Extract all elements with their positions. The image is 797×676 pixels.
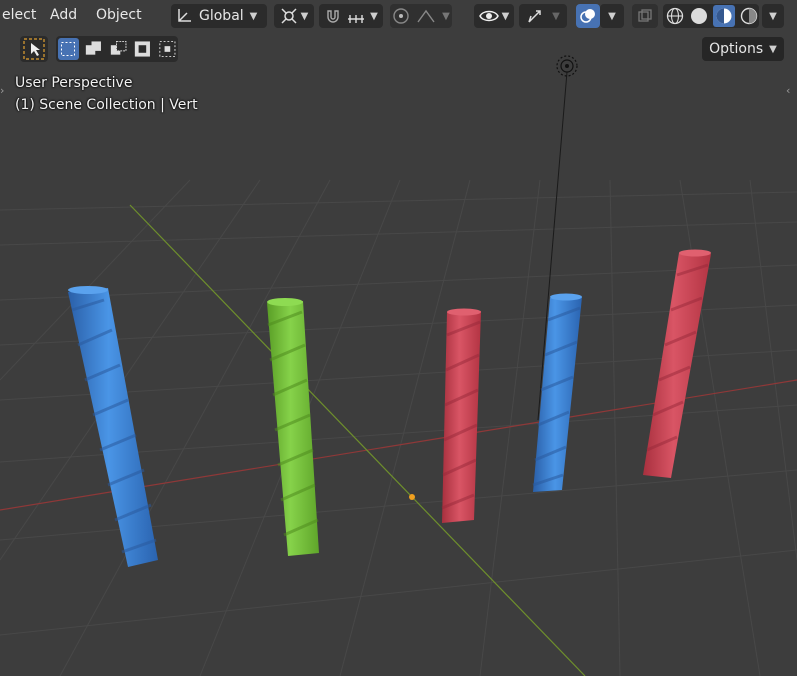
options-dropdown[interactable]: Options ▼: [702, 37, 784, 61]
snapping-control[interactable]: ▼: [319, 4, 383, 28]
select-new-icon: [61, 42, 76, 56]
chevron-down-icon: ▼: [300, 10, 309, 22]
select-subtract-icon[interactable]: [108, 38, 129, 60]
gizmo-icon: [528, 10, 541, 23]
material-preview-shading-button[interactable]: [713, 5, 735, 27]
green-twisted-column[interactable]: [267, 298, 319, 556]
gizmo-toggle[interactable]: ▼: [519, 4, 567, 28]
chevron-down-icon: ▼: [552, 10, 560, 22]
red-twisted-column-right[interactable]: [643, 249, 711, 479]
chevron-down-icon: ▼: [608, 10, 616, 22]
chevron-down-icon: ▼: [769, 43, 777, 55]
wireframe-shading-icon[interactable]: [665, 6, 685, 26]
transform-orientation-label: Global: [199, 8, 244, 24]
eye-icon: [478, 10, 499, 22]
rendered-shading-icon[interactable]: [739, 6, 759, 26]
selection-mode-group: [56, 36, 178, 62]
menu-select[interactable]: elect: [2, 7, 36, 23]
collection-info-label: (1) Scene Collection | Vert: [15, 97, 198, 113]
shading-mode-group: [663, 4, 759, 28]
chevron-down-icon: ▼: [249, 10, 258, 22]
select-new-button[interactable]: [58, 38, 79, 60]
visibility-dropdown[interactable]: ▼: [474, 4, 514, 28]
overlays-toggle[interactable]: [576, 4, 600, 28]
viewport-header: elect Add Object Global ▼ ▼ ▼ ▼ ▼ ▼ ▼ ▼: [0, 0, 797, 33]
overlays-dropdown[interactable]: ▼: [600, 4, 624, 28]
sidebar-expand-arrow-icon[interactable]: ‹: [786, 84, 790, 97]
menu-add[interactable]: Add: [50, 7, 77, 23]
select-intersect-icon[interactable]: [157, 38, 178, 60]
overlays-icon: [580, 9, 595, 23]
transform-axes-icon: [178, 9, 191, 22]
select-extend-icon[interactable]: [83, 38, 104, 60]
shading-dropdown[interactable]: ▼: [762, 4, 784, 28]
select-invert-icon[interactable]: [132, 38, 153, 60]
xray-toggle[interactable]: [632, 4, 658, 28]
y-axis-line: [129, 204, 586, 676]
chevron-down-icon: ▼: [501, 10, 510, 22]
pivot-point-dropdown[interactable]: ▼: [274, 4, 314, 28]
red-twisted-column-center[interactable]: [441, 308, 481, 524]
cursor-select-icon: [23, 38, 45, 60]
chevron-down-icon: ▼: [769, 10, 777, 22]
material-preview-icon: [716, 8, 732, 24]
solid-shading-icon[interactable]: [689, 6, 709, 26]
select-tool-button[interactable]: [20, 36, 48, 62]
snap-increment-icon: [348, 15, 365, 23]
view-name-label: User Perspective: [15, 75, 133, 91]
pivot-icon: [281, 8, 297, 24]
magnet-icon: [327, 10, 339, 23]
chevron-down-icon: ▼: [370, 10, 378, 22]
transform-orientation-dropdown[interactable]: Global ▼: [171, 4, 267, 28]
blue-twisted-column-left[interactable]: [68, 286, 158, 567]
proportional-editing-control[interactable]: ▼: [390, 4, 452, 28]
proportional-edit-icon: [393, 8, 409, 24]
falloff-curve-icon: [417, 9, 435, 23]
menu-object[interactable]: Object: [96, 7, 142, 23]
world-origin-dot: [409, 494, 415, 500]
chevron-down-icon: ▼: [442, 10, 450, 22]
xray-icon: [638, 9, 652, 22]
options-label: Options: [709, 41, 764, 57]
toolbar-expand-arrow-icon[interactable]: ›: [0, 84, 4, 97]
